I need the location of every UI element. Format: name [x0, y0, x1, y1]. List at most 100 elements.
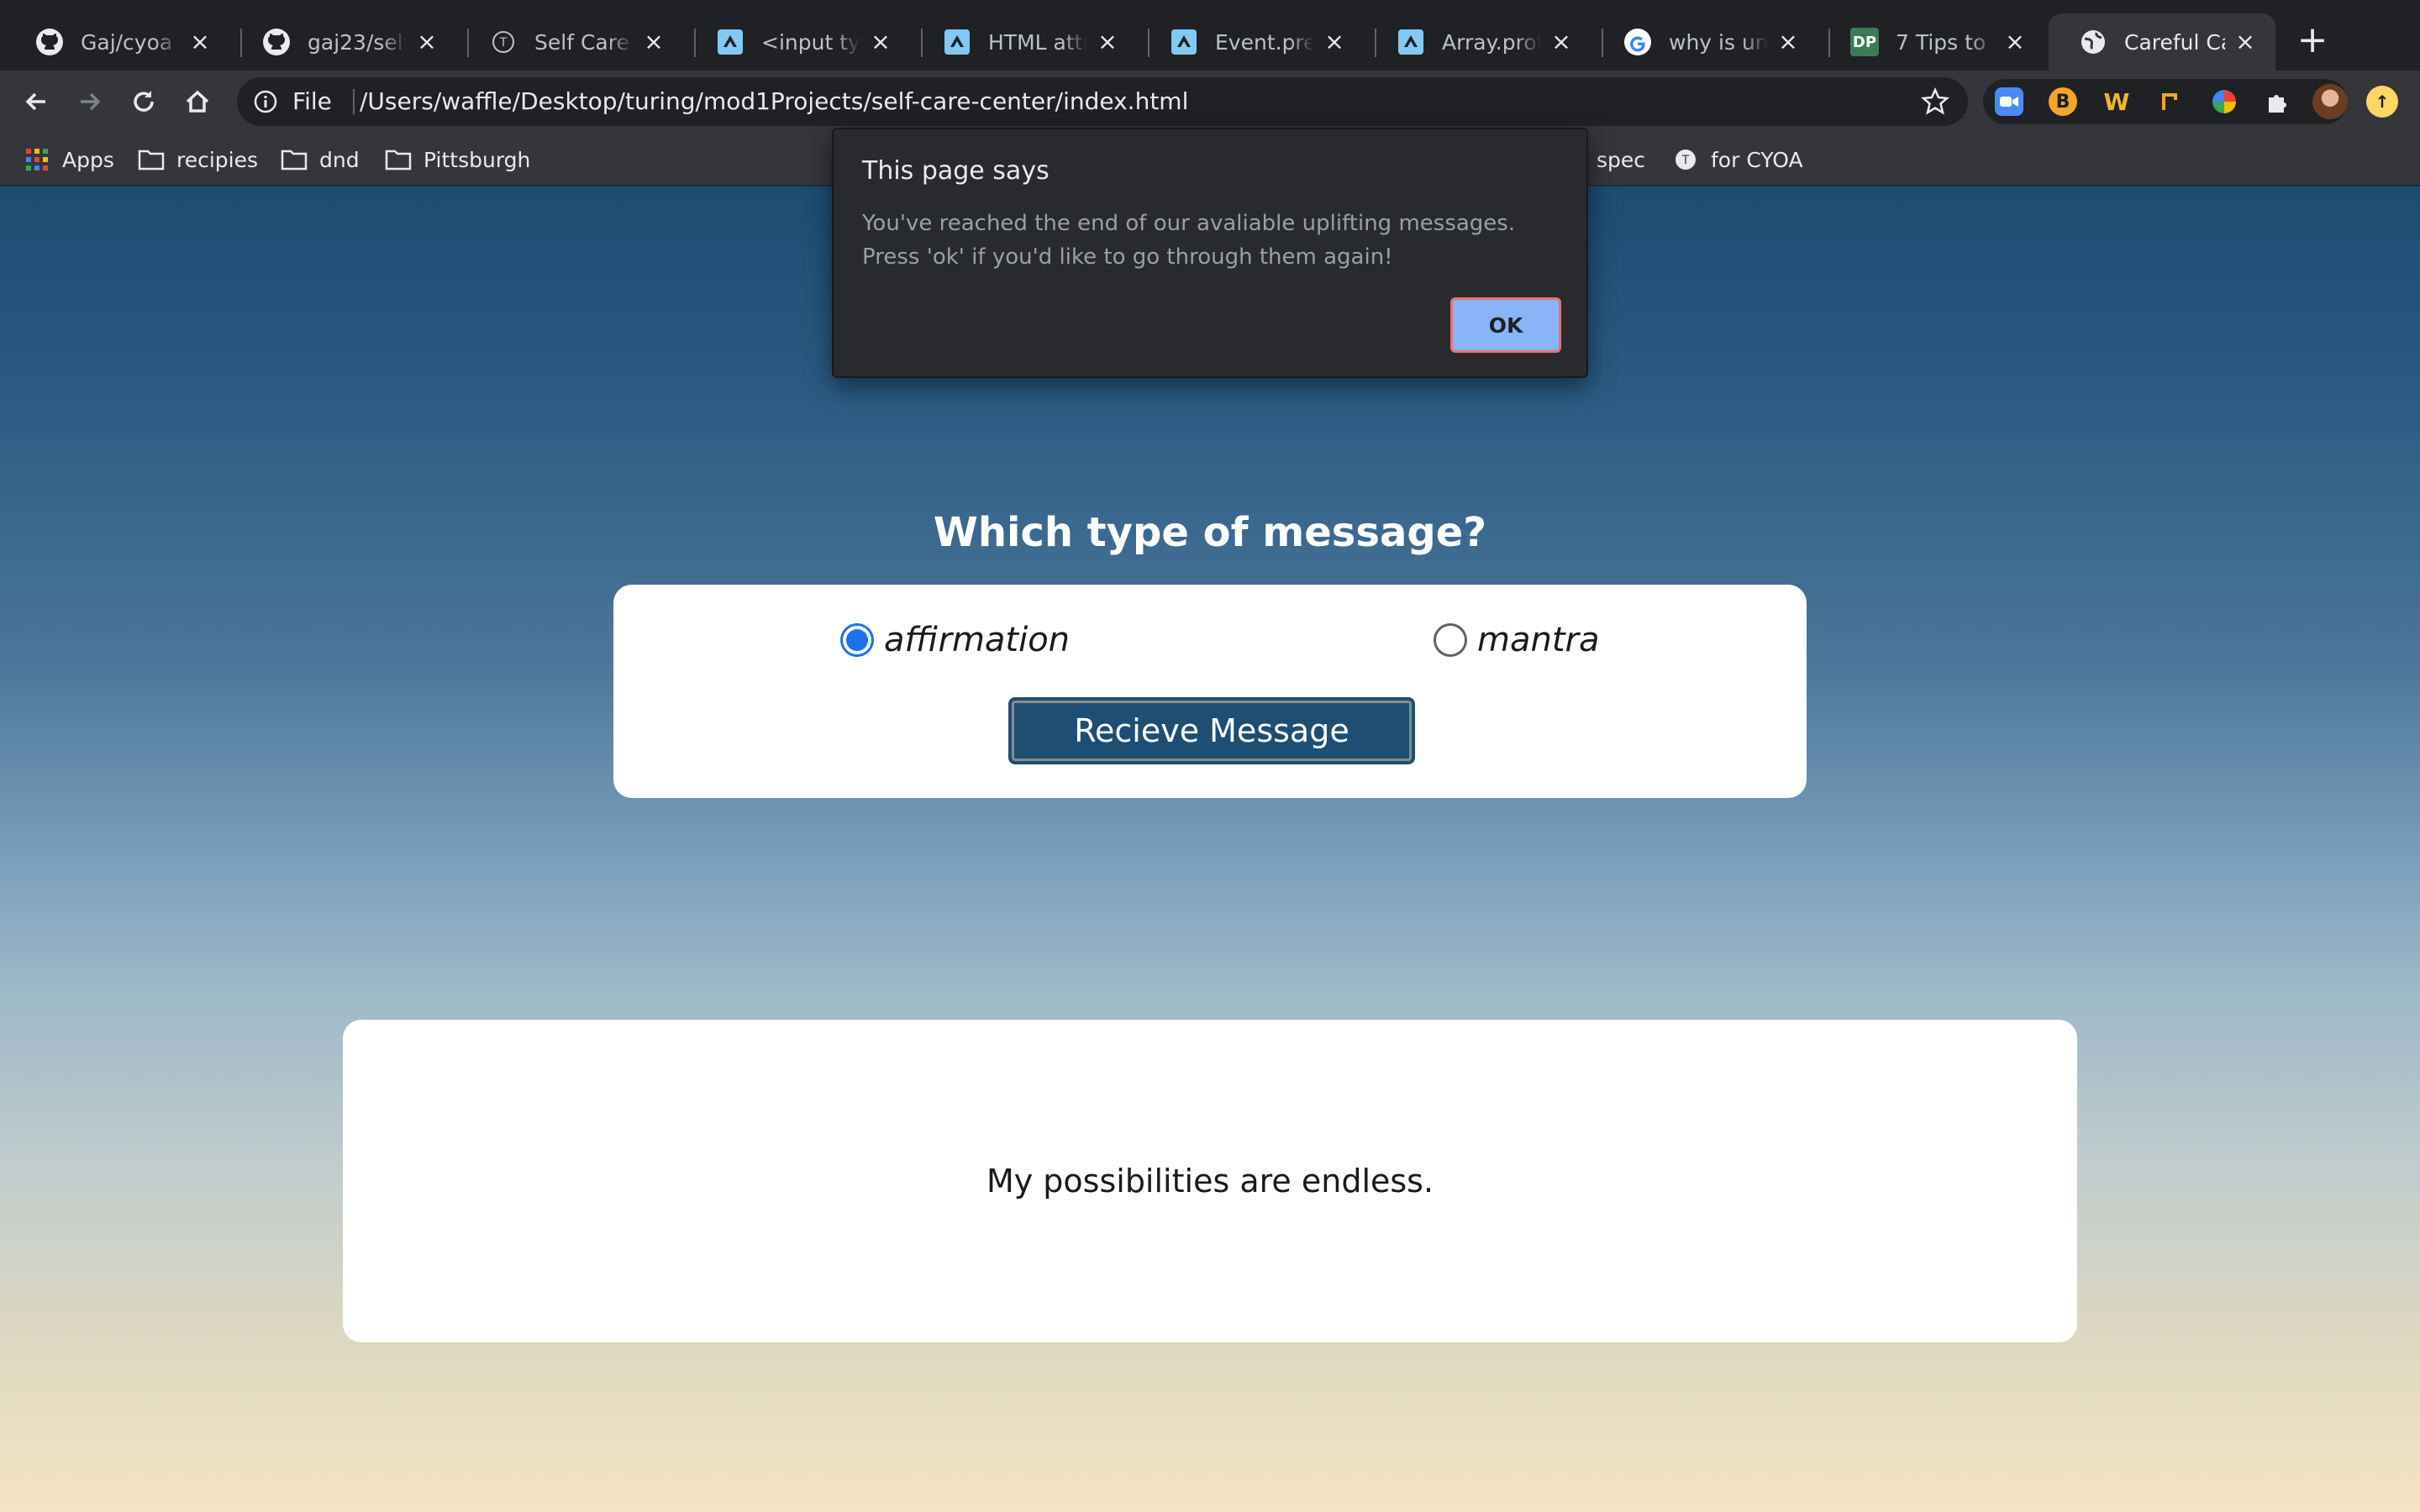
- tab-title: 7 Tips to Ha: [1896, 29, 1995, 55]
- tab-title: Event.preve: [1215, 29, 1314, 55]
- bookmark-spec[interactable]: spec: [1597, 141, 1645, 178]
- page-viewport: Which type of message? affirmation mantr…: [0, 186, 2420, 1512]
- svg-text:T: T: [1681, 154, 1690, 167]
- bookmark-folder-pittsburgh[interactable]: Pittsburgh: [385, 141, 530, 178]
- tab-title: gaj23/self-c: [308, 29, 407, 55]
- w-extension-icon[interactable]: W: [2102, 87, 2131, 116]
- back-arrow-icon: [25, 92, 45, 111]
- mdn-icon: [716, 28, 744, 56]
- update-icon[interactable]: ↑: [2366, 86, 2398, 118]
- mantra-label: mantra: [1477, 621, 1600, 659]
- apps-grid-icon: [24, 146, 50, 173]
- affirmation-radio[interactable]: [840, 623, 874, 657]
- bookmark-label: dnd: [319, 147, 360, 172]
- receive-message-button[interactable]: Recieve Message: [1008, 697, 1415, 764]
- dialog-title: This page says: [862, 156, 1050, 186]
- tab-html-attributes[interactable]: HTML attribu ×: [913, 13, 1138, 71]
- dp-icon: DP: [1850, 28, 1879, 56]
- tab-careful-care[interactable]: Careful Care ×: [2049, 13, 2275, 71]
- tab-input-type[interactable]: <input type= ×: [686, 13, 911, 71]
- color-wheel-extension-icon[interactable]: [2210, 87, 2238, 116]
- bookmark-folder-dnd[interactable]: dnd: [281, 141, 360, 178]
- tab-7-tips[interactable]: DP 7 Tips to Ha ×: [1820, 13, 2045, 71]
- bookmark-for-cyoa[interactable]: T for CYOA: [1672, 141, 1803, 178]
- google-icon: [1623, 28, 1652, 56]
- tab-title: Careful Care: [2124, 29, 2225, 55]
- close-icon[interactable]: ×: [1776, 30, 1800, 54]
- turing-icon: T: [489, 28, 518, 56]
- tab-self-care-center[interactable]: T Self Care Ce ×: [459, 13, 684, 71]
- close-icon[interactable]: ×: [1549, 30, 1573, 54]
- home-icon: [186, 90, 209, 113]
- svg-text:T: T: [499, 36, 508, 50]
- omnibox-divider: [353, 89, 355, 114]
- close-icon[interactable]: ×: [188, 30, 212, 54]
- forward-button[interactable]: [71, 82, 109, 121]
- profile-avatar[interactable]: [2312, 84, 2348, 119]
- affirmation-label: affirmation: [884, 621, 1071, 659]
- close-icon[interactable]: ×: [415, 30, 439, 54]
- reload-button[interactable]: [124, 82, 163, 121]
- mdn-icon: [1170, 28, 1198, 56]
- mdn-icon: [943, 28, 971, 56]
- question-heading: Which type of message?: [933, 509, 1487, 556]
- close-icon[interactable]: ×: [642, 30, 666, 54]
- bookmark-label: Pittsburgh: [424, 147, 531, 172]
- folder-icon: [138, 146, 165, 173]
- tab-array-prototype[interactable]: Array.protot ×: [1366, 13, 1591, 71]
- message-text: My possibilities are endless.: [986, 1163, 1434, 1200]
- ok-button[interactable]: OK: [1450, 297, 1561, 353]
- github-icon: [35, 28, 64, 56]
- zoom-extension-icon[interactable]: [1995, 87, 2023, 116]
- tab-gaj23-self-care[interactable]: gaj23/self-c ×: [232, 13, 457, 71]
- dialog-message: You've reached the end of our avaliable …: [862, 211, 1516, 270]
- tab-event-preventdefault[interactable]: Event.preve ×: [1139, 13, 1365, 71]
- home-button[interactable]: [178, 82, 217, 121]
- close-icon[interactable]: ×: [869, 30, 892, 54]
- message-display-card: My possibilities are endless.: [343, 1020, 2077, 1342]
- bookmark-folder-recipies[interactable]: recipies: [138, 141, 258, 178]
- mantra-option[interactable]: mantra: [1434, 617, 1599, 664]
- tab-title: why is undef: [1669, 29, 1768, 55]
- address-bar[interactable]: File /Users/waffle/Desktop/turing/mod1Pr…: [237, 77, 1968, 126]
- message-type-form: affirmation mantra Recieve Message: [613, 585, 1807, 798]
- close-icon[interactable]: ×: [2003, 30, 2027, 54]
- tab-title: Self Care Ce: [534, 29, 634, 55]
- github-icon: [262, 28, 291, 56]
- hook-extension-icon[interactable]: [2156, 87, 2185, 116]
- alert-dialog: This page says You've reached the end of…: [832, 128, 1588, 378]
- tab-title: Array.protot: [1442, 29, 1541, 55]
- bookmark-label: spec: [1597, 147, 1646, 172]
- bookmark-label: recipies: [176, 147, 259, 172]
- bookmark-star-icon[interactable]: [1920, 87, 1950, 119]
- bookmark-apps[interactable]: Apps: [24, 141, 114, 178]
- folder-icon: [385, 146, 412, 173]
- tab-title: HTML attribu: [988, 29, 1087, 55]
- affirmation-option[interactable]: affirmation: [840, 617, 1070, 664]
- info-icon[interactable]: [254, 90, 277, 117]
- url-text[interactable]: /Users/waffle/Desktop/turing/mod1Project…: [360, 87, 1188, 115]
- back-button[interactable]: [17, 82, 55, 121]
- tab-title: Gaj/cyoa no: [81, 29, 180, 55]
- mdn-icon: [1397, 28, 1425, 56]
- url-scheme: File: [292, 87, 332, 115]
- tab-title: <input type=: [761, 29, 860, 55]
- bookmark-label: for CYOA: [1711, 147, 1803, 172]
- close-icon[interactable]: ×: [1323, 30, 1346, 54]
- close-icon[interactable]: ×: [2233, 30, 2257, 54]
- globe-icon: [2079, 28, 2107, 56]
- new-tab-button[interactable]: +: [2292, 20, 2333, 60]
- reload-icon: [134, 91, 154, 112]
- tab-why-is-undefined[interactable]: why is undef ×: [1593, 13, 1818, 71]
- tab-strip: Gaj/cyoa no × gaj23/self-c × T Self Care…: [0, 0, 2420, 71]
- bookmark-label: Apps: [62, 147, 114, 172]
- puzzle-extension-icon[interactable]: [2264, 87, 2292, 116]
- turing-icon: T: [1672, 146, 1699, 173]
- folder-icon: [281, 146, 308, 173]
- close-icon[interactable]: ×: [1096, 30, 1119, 54]
- mantra-radio[interactable]: [1434, 623, 1467, 657]
- b-extension-icon[interactable]: B: [2049, 87, 2077, 116]
- forward-arrow-icon: [81, 92, 101, 111]
- tab-gaj-cyoa[interactable]: Gaj/cyoa no ×: [5, 13, 230, 71]
- extensions-area: B W: [1983, 79, 2348, 124]
